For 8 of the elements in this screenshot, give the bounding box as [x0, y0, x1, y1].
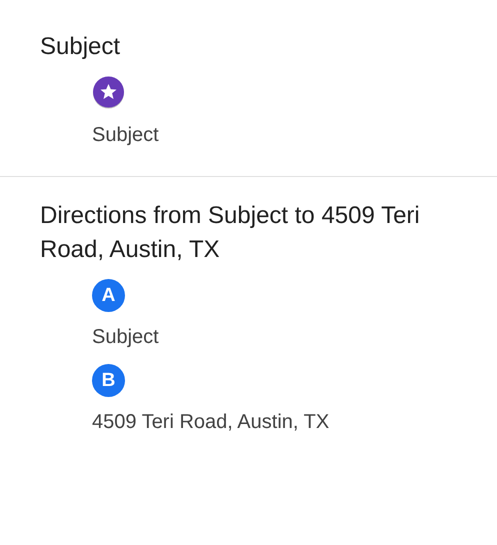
waypoint-label: 4509 Teri Road, Austin, TX	[91, 410, 330, 435]
waypoint-label: Subject	[91, 123, 160, 148]
section-title: Subject	[40, 32, 122, 62]
waypoint-marker: A	[92, 279, 125, 312]
star-marker-icon	[92, 76, 125, 110]
waypoint-label: Subject	[91, 325, 160, 350]
section-title: Directions from Subject to 4509 Teri Road, Austin, TX	[40, 201, 421, 265]
waypoint-marker: B	[92, 364, 125, 397]
